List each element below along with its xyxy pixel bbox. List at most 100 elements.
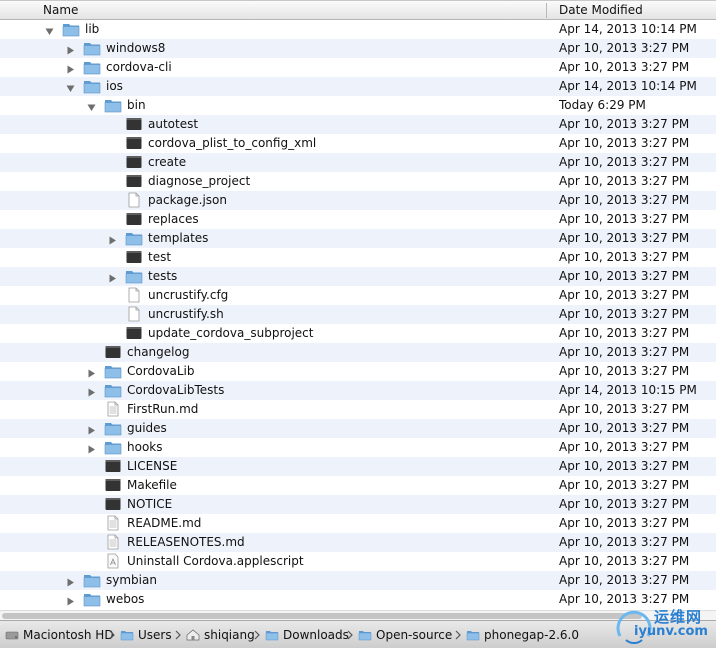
file-name: README.md [127,516,202,530]
path-item[interactable]: shiqiang [186,627,255,643]
file-name: lib [85,22,100,36]
column-header-bar: Name Date Modified [0,0,716,20]
executable-file-icon [125,173,143,189]
file-name: update_cordova_subproject [148,326,314,340]
folder-icon [265,631,279,641]
path-separator-icon [455,630,461,640]
horizontal-scrollbar[interactable] [0,610,716,620]
file-row[interactable]: changelog Apr 10, 2013 3:27 PM [0,343,716,362]
disclosure-triangle-open-icon[interactable] [66,82,75,92]
document-icon [125,306,143,322]
folder-icon [120,631,134,641]
file-name: autotest [148,117,199,131]
file-row[interactable]: uncrustify.cfg Apr 10, 2013 3:27 PM [0,286,716,305]
executable-file-icon [125,135,143,151]
file-row[interactable]: update_cordova_subproject Apr 10, 2013 3:… [0,324,716,343]
path-separator-icon [175,630,181,640]
column-divider[interactable] [546,3,547,18]
file-row[interactable]: Uninstall Cordova.applescript Apr 10, 201… [0,552,716,571]
file-row[interactable]: uncrustify.sh Apr 10, 2013 3:27 PM [0,305,716,324]
disclosure-triangle-closed-icon[interactable] [108,234,117,245]
date-modified: Apr 10, 2013 3:27 PM [559,269,690,283]
folder-row[interactable]: CordovaLib Apr 10, 2013 3:27 PM [0,362,716,381]
file-row[interactable]: replaces Apr 10, 2013 3:27 PM [0,210,716,229]
path-item[interactable]: Users [120,627,172,643]
document-icon [125,192,143,208]
disclosure-triangle-closed-icon[interactable] [108,272,117,283]
folder-row[interactable]: guides Apr 10, 2013 3:27 PM [0,419,716,438]
path-item[interactable]: Open-source [358,627,452,643]
path-item-label: Maciontosh HD [23,628,114,642]
path-item[interactable]: Maciontosh HD [5,627,114,643]
path-separator-icon [109,630,115,640]
file-name: uncrustify.cfg [148,288,229,302]
date-modified: Apr 10, 2013 3:27 PM [559,41,690,55]
text-document-icon [104,534,122,550]
folder-row[interactable]: cordova-cli Apr 10, 2013 3:27 PM [0,58,716,77]
path-item[interactable]: phonegap-2.6.0 [466,627,579,643]
file-row[interactable]: LICENSE Apr 10, 2013 3:27 PM [0,457,716,476]
file-name: webos [106,592,145,606]
file-row[interactable]: autotest Apr 10, 2013 3:27 PM [0,115,716,134]
file-row[interactable]: create Apr 10, 2013 3:27 PM [0,153,716,172]
folder-row[interactable]: webos Apr 10, 2013 3:27 PM [0,590,716,609]
folder-row[interactable]: templates Apr 10, 2013 3:27 PM [0,229,716,248]
file-row[interactable]: test Apr 10, 2013 3:27 PM [0,248,716,267]
file-name: hooks [127,440,163,454]
date-modified-column-header[interactable]: Date Modified [559,1,643,20]
file-name: uncrustify.sh [148,307,224,321]
file-row[interactable]: diagnose_project Apr 10, 2013 3:27 PM [0,172,716,191]
folder-row[interactable]: symbian Apr 10, 2013 3:27 PM [0,571,716,590]
file-row[interactable]: README.md Apr 10, 2013 3:27 PM [0,514,716,533]
folder-row[interactable]: tests Apr 10, 2013 3:27 PM [0,267,716,286]
executable-file-icon [104,458,122,474]
disclosure-triangle-open-icon[interactable] [87,101,96,111]
date-modified: Apr 10, 2013 3:27 PM [559,60,690,74]
folder-icon [358,631,372,641]
executable-file-icon [125,325,143,341]
date-modified: Apr 10, 2013 3:27 PM [559,554,690,568]
disclosure-triangle-closed-icon[interactable] [66,595,75,606]
folder-row[interactable]: lib Apr 14, 2013 10:14 PM [0,20,716,39]
date-modified: Apr 10, 2013 3:27 PM [559,136,690,150]
date-modified: Apr 10, 2013 3:27 PM [559,440,690,454]
path-item[interactable]: Downloads [265,627,349,643]
file-row[interactable]: FirstRun.md Apr 10, 2013 3:27 PM [0,400,716,419]
disclosure-triangle-closed-icon[interactable] [87,424,96,435]
folder-icon [125,230,143,246]
folder-row[interactable]: hooks Apr 10, 2013 3:27 PM [0,438,716,457]
scrollbar-thumb[interactable] [2,613,642,619]
folder-row[interactable]: ios Apr 14, 2013 10:14 PM [0,77,716,96]
file-row[interactable]: NOTICE Apr 10, 2013 3:27 PM [0,495,716,514]
date-modified: Apr 10, 2013 3:27 PM [559,535,690,549]
hard-drive-icon [5,631,19,640]
disclosure-triangle-closed-icon[interactable] [87,367,96,378]
folder-row[interactable]: CordovaLibTests Apr 14, 2013 10:15 PM [0,381,716,400]
disclosure-triangle-closed-icon[interactable] [87,386,96,397]
disclosure-triangle-closed-icon[interactable] [66,44,75,55]
path-item-label: phonegap-2.6.0 [484,628,580,642]
date-modified: Apr 10, 2013 3:27 PM [559,250,690,264]
disclosure-triangle-open-icon[interactable] [45,25,54,35]
file-name: symbian [106,573,157,587]
folder-row[interactable]: bin Today 6:29 PM [0,96,716,115]
file-row[interactable]: cordova_plist_to_config_xml Apr 10, 2013 … [0,134,716,153]
file-row[interactable]: package.json Apr 10, 2013 3:27 PM [0,191,716,210]
executable-file-icon [104,477,122,493]
name-column-header[interactable]: Name [43,1,78,20]
date-modified: Apr 10, 2013 3:27 PM [559,193,690,207]
file-name: ios [106,79,123,93]
executable-file-icon [125,116,143,132]
disclosure-triangle-closed-icon[interactable] [87,443,96,454]
date-modified: Apr 10, 2013 3:27 PM [559,573,690,587]
file-name: diagnose_project [148,174,251,188]
disclosure-triangle-closed-icon[interactable] [66,576,75,587]
file-name: LICENSE [127,459,178,473]
file-row[interactable]: RELEASENOTES.md Apr 10, 2013 3:27 PM [0,533,716,552]
folder-row[interactable]: windows8 Apr 10, 2013 3:27 PM [0,39,716,58]
executable-file-icon [104,496,122,512]
disclosure-triangle-closed-icon[interactable] [66,63,75,74]
file-row[interactable]: Makefile Apr 10, 2013 3:27 PM [0,476,716,495]
file-name: package.json [148,193,228,207]
file-name: replaces [148,212,199,226]
